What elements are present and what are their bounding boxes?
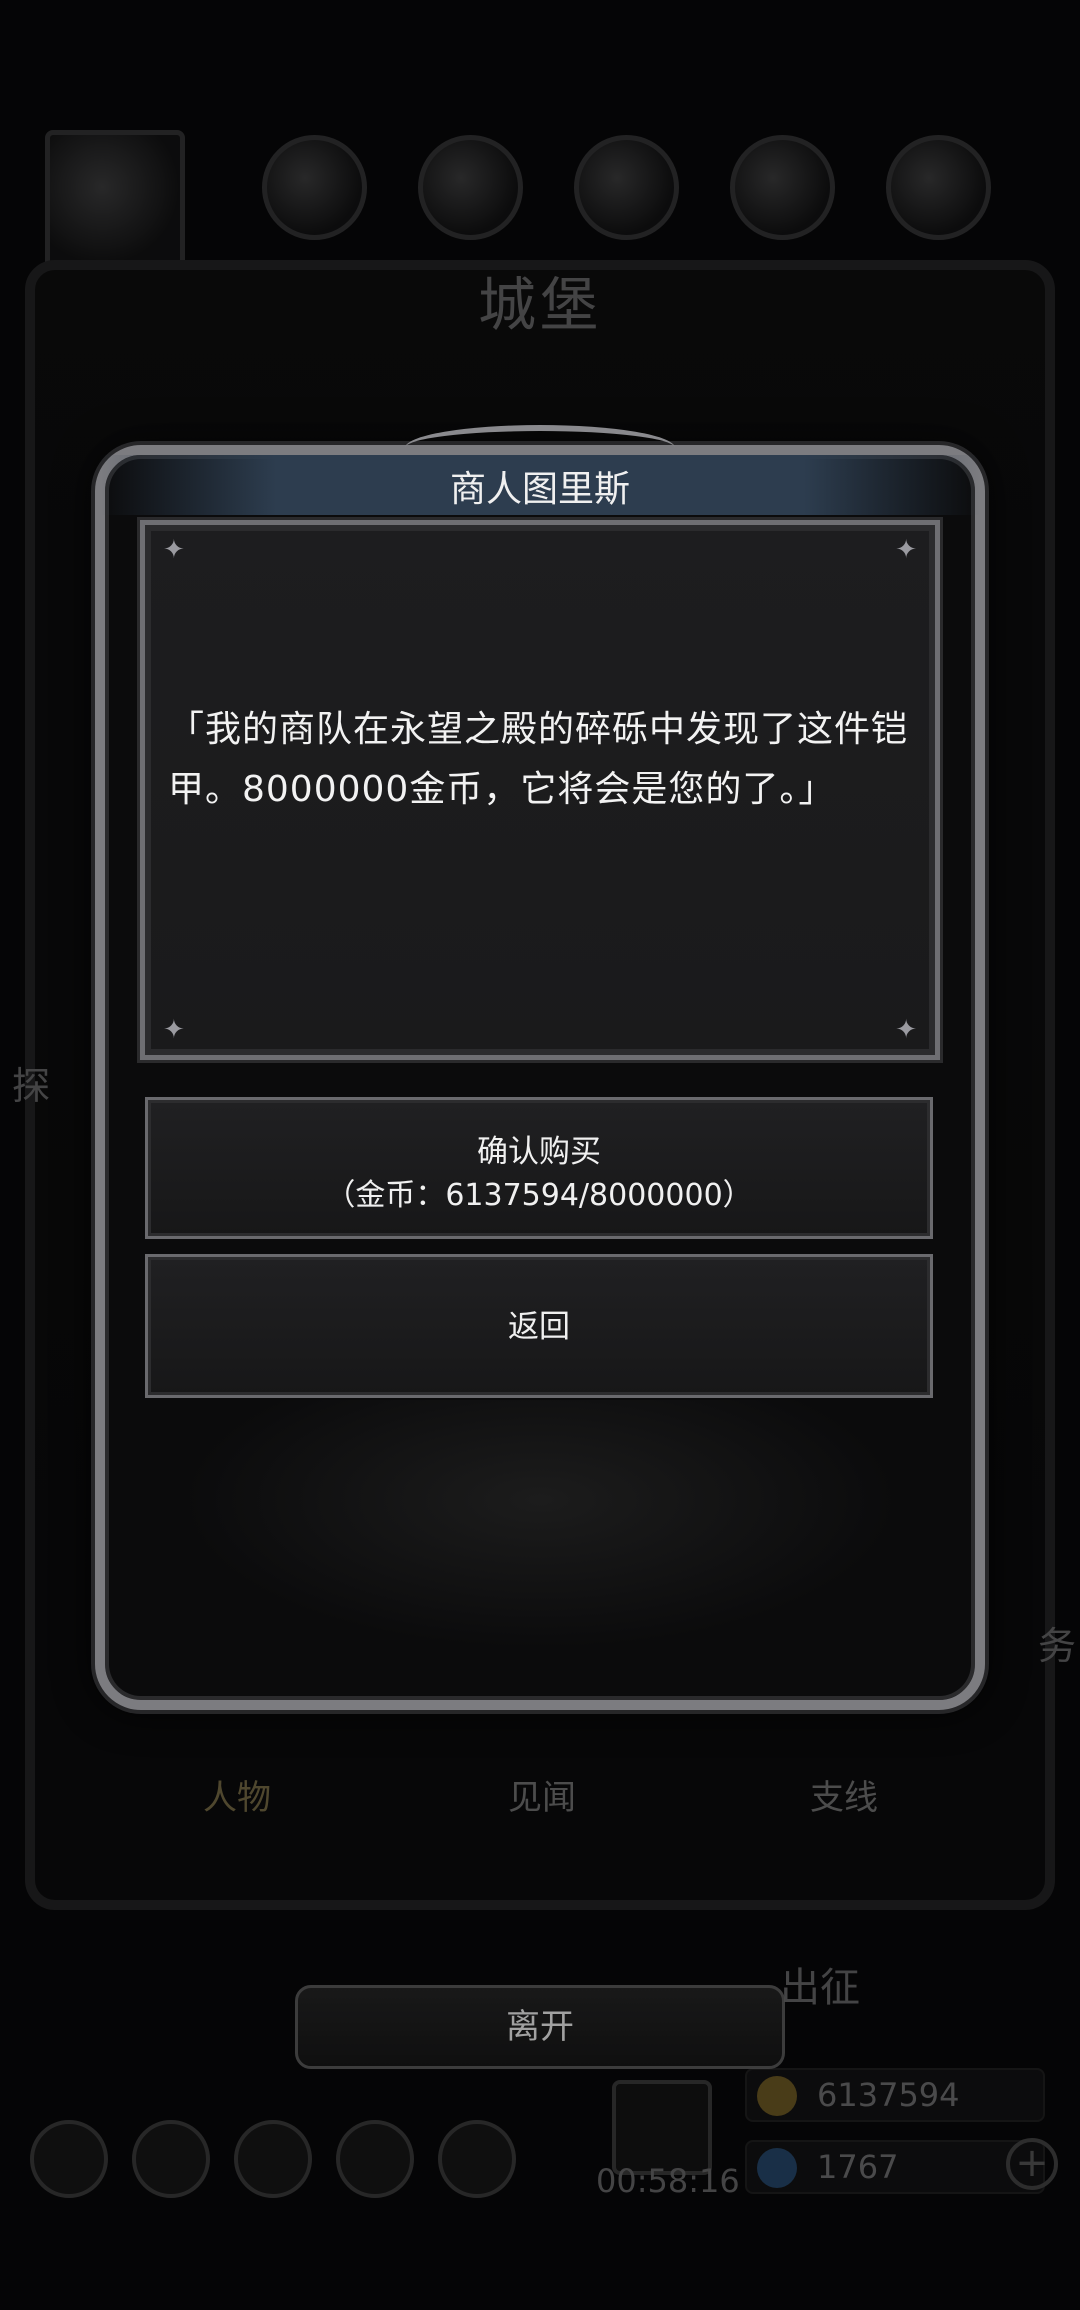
lantern-icon[interactable] bbox=[45, 130, 185, 270]
chest-icon[interactable] bbox=[612, 2080, 712, 2175]
confirm-purchase-button[interactable]: 确认购买 （金币：6137594/8000000） bbox=[145, 1097, 933, 1239]
scroll-icon[interactable] bbox=[418, 135, 523, 240]
sparkle-icon: ✦ bbox=[895, 1015, 917, 1045]
weapon-icon[interactable] bbox=[574, 135, 679, 240]
gold-amount: 6137594 bbox=[817, 2076, 960, 2114]
castle-title: 城堡 bbox=[477, 271, 602, 339]
gold-coin-icon bbox=[757, 2076, 797, 2116]
leave-button[interactable]: 离开 bbox=[295, 1985, 785, 2069]
add-gems-button[interactable]: + bbox=[1006, 2138, 1058, 2190]
confirm-cost: （金币：6137594/8000000） bbox=[325, 1178, 753, 1213]
menu-icon-1[interactable] bbox=[30, 2120, 108, 2198]
gem-skill-icon[interactable] bbox=[730, 135, 835, 240]
armor-icon[interactable] bbox=[886, 135, 991, 240]
tab-characters[interactable]: 人物 bbox=[203, 1770, 271, 1819]
sparkle-icon: ✦ bbox=[163, 535, 185, 565]
gold-counter: 6137594 bbox=[745, 2068, 1045, 2122]
gem-counter: 1767 bbox=[745, 2140, 1045, 2194]
confirm-label: 确认购买 bbox=[477, 1134, 601, 1170]
menu-icon-5[interactable] bbox=[438, 2120, 516, 2198]
menu-icon-4[interactable] bbox=[336, 2120, 414, 2198]
potion-icon[interactable] bbox=[262, 135, 367, 240]
sparkle-icon: ✦ bbox=[163, 1015, 185, 1045]
chest-timer: 00:58:16 bbox=[596, 2162, 740, 2200]
merchant-message: 「我的商队在永望之殿的碎砾中发现了这件铠甲。8000000金币，它将会是您的了。… bbox=[168, 709, 909, 810]
expedition-label[interactable]: 出征 bbox=[780, 1955, 860, 2013]
dialog-title: 商人图里斯 bbox=[449, 469, 630, 510]
menu-icon-2[interactable] bbox=[132, 2120, 210, 2198]
back-button[interactable]: 返回 bbox=[145, 1254, 933, 1398]
tab-stories[interactable]: 见闻 bbox=[508, 1770, 576, 1819]
side-label-left: 探 bbox=[12, 1064, 51, 1108]
sparkle-icon: ✦ bbox=[895, 535, 917, 565]
gem-icon bbox=[757, 2148, 797, 2188]
tab-sidequests[interactable]: 支线 bbox=[810, 1770, 878, 1819]
menu-icon-3[interactable] bbox=[234, 2120, 312, 2198]
gem-amount: 1767 bbox=[817, 2148, 899, 2186]
dialog-empty-area bbox=[180, 1400, 900, 1650]
side-label-right: 务 bbox=[1038, 1624, 1077, 1668]
